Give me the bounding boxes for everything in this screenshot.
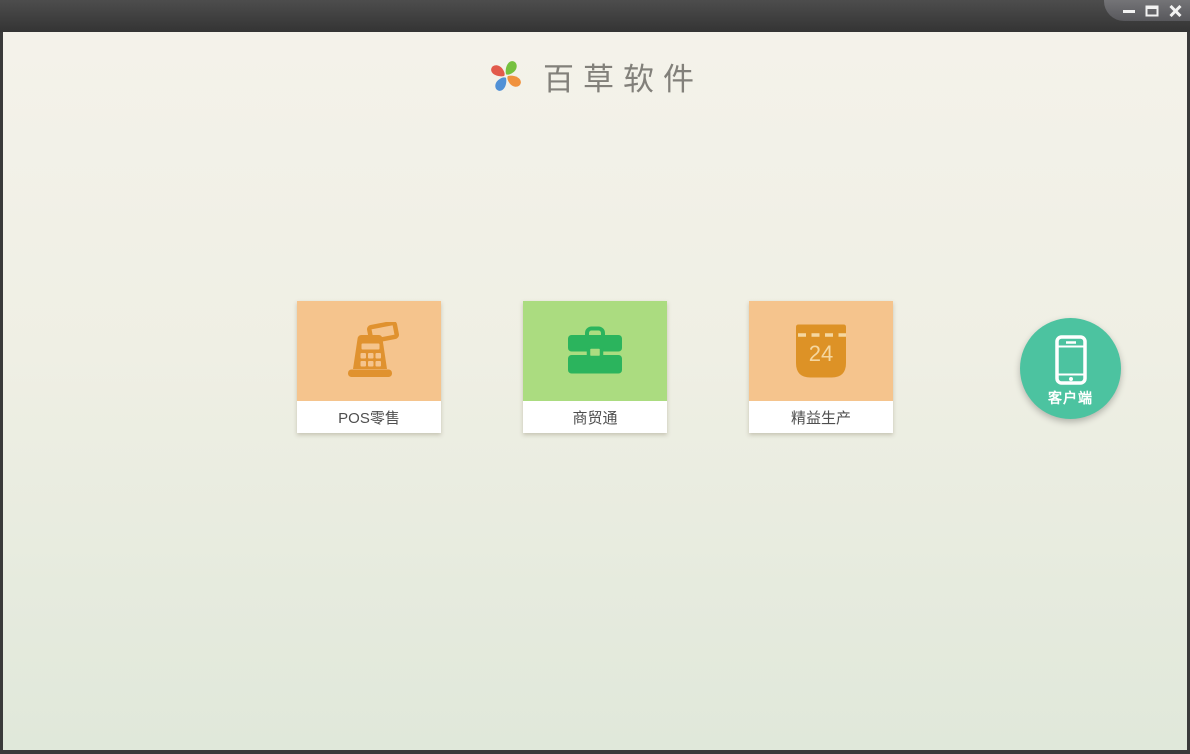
product-card-lean-top: 24 [749, 301, 893, 401]
client-button[interactable]: 客户端 [1020, 318, 1121, 419]
close-button[interactable] [1167, 4, 1183, 18]
cash-register-icon [348, 322, 400, 377]
product-card-pos-top [297, 301, 441, 401]
app-window: 百草软件 POS零售 商贸通 24 精益生产 客户端 [0, 0, 1190, 754]
close-icon [1168, 5, 1182, 17]
minimize-icon [1123, 10, 1135, 13]
product-card-lean-label: 精益生产 [749, 401, 893, 433]
product-card-pos[interactable]: POS零售 [297, 301, 441, 433]
calendar-day-number: 24 [809, 341, 833, 366]
product-card-pos-label: POS零售 [297, 401, 441, 433]
calendar-icon: 24 [796, 324, 846, 378]
logo-petals [491, 61, 521, 91]
title-bar[interactable] [0, 0, 1190, 32]
pinwheel-logo-icon [491, 61, 521, 91]
client-button-label: 客户端 [1048, 390, 1093, 406]
briefcase-icon [568, 326, 622, 374]
product-card-trade-label: 商贸通 [523, 401, 667, 433]
maximize-button[interactable] [1144, 4, 1160, 18]
product-card-trade[interactable]: 商贸通 [523, 301, 667, 433]
product-card-lean[interactable]: 24 精益生产 [749, 301, 893, 433]
app-title: 百草软件 [543, 61, 703, 98]
main-content: 百草软件 POS零售 商贸通 24 精益生产 客户端 [3, 32, 1187, 750]
maximize-icon [1145, 5, 1159, 17]
app-header: 百草软件 [3, 54, 1187, 98]
minimize-button[interactable] [1121, 4, 1137, 18]
product-card-trade-top [523, 301, 667, 401]
briefcase-clasp [586, 345, 604, 360]
smartphone-icon [1054, 335, 1087, 385]
window-controls [1104, 0, 1190, 21]
cash-register-keys [360, 343, 381, 367]
